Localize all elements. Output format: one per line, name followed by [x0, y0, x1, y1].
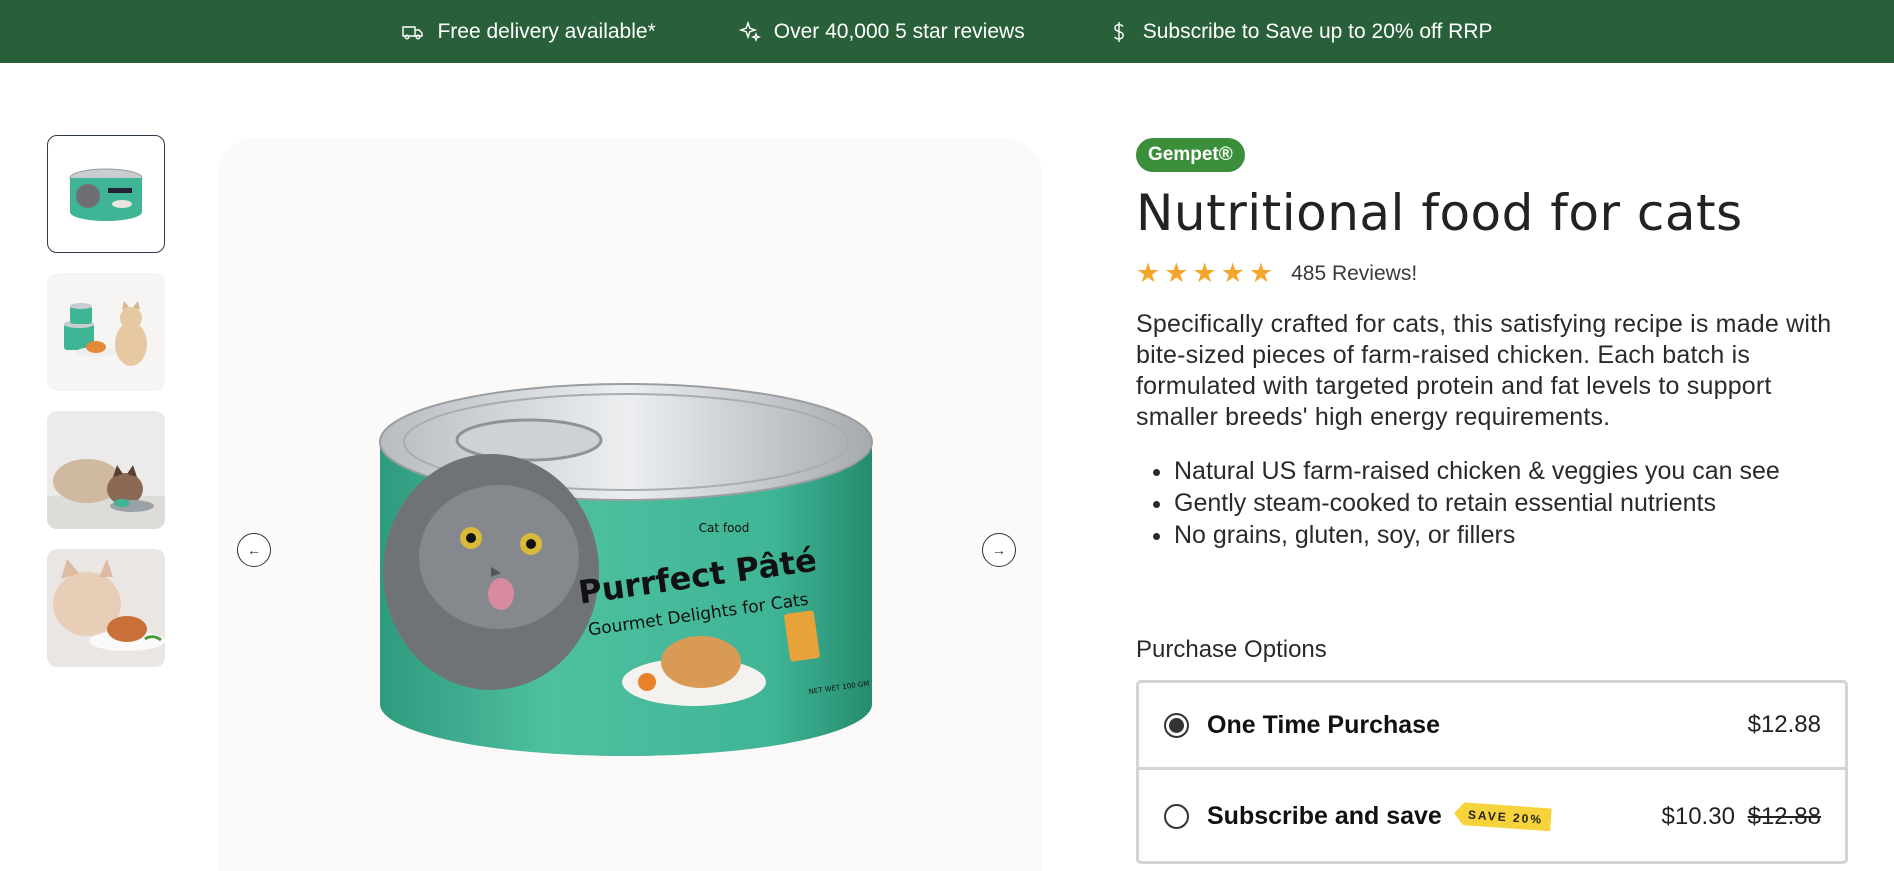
- price-current: $12.88: [1747, 711, 1821, 738]
- radio-selected[interactable]: [1164, 712, 1189, 738]
- option-label: One Time Purchase: [1207, 710, 1440, 739]
- radio-unselected[interactable]: [1164, 804, 1189, 829]
- subscribe-and-save-option[interactable]: Subscribe and save SAVE 20% $10.30 $12.8…: [1139, 773, 1845, 860]
- truck-icon: [401, 20, 425, 44]
- one-time-purchase-option[interactable]: One Time Purchase $12.88: [1139, 683, 1845, 770]
- star-icon: ★: [1164, 258, 1189, 288]
- star-icon: ★: [1136, 258, 1161, 288]
- thumbnail-list: [47, 135, 167, 687]
- banner-item-reviews: Over 40,000 5 star reviews: [738, 20, 1025, 44]
- arrow-left-icon: ←: [247, 542, 261, 558]
- price-original: $12.88: [1747, 802, 1821, 830]
- save-badge: SAVE 20%: [1453, 802, 1552, 832]
- option-label: Subscribe and save: [1207, 802, 1442, 830]
- feature-list: Natural US farm-raised chicken & veggies…: [1136, 455, 1848, 551]
- arrow-right-icon: →: [992, 542, 1006, 558]
- option-price: $10.30 $12.88: [1662, 803, 1821, 831]
- feature-item: Gently steam-cooked to retain essential …: [1174, 487, 1848, 519]
- purchase-options-label: Purchase Options: [1136, 636, 1327, 663]
- can-brand-line: Cat food: [699, 521, 750, 535]
- thumbnail-can[interactable]: [47, 135, 165, 253]
- dollar-icon: [1107, 20, 1131, 44]
- banner-text: Over 40,000 5 star reviews: [773, 19, 1025, 43]
- reviews-link[interactable]: 485 Reviews!: [1291, 262, 1417, 286]
- banner-text: Free delivery available*: [437, 19, 656, 43]
- product-description: Specifically crafted for cats, this sati…: [1136, 310, 1832, 431]
- purchase-options: One Time Purchase $12.88 Subscribe and s…: [1136, 680, 1848, 864]
- promo-banner: Free delivery available* Over 40,000 5 s…: [0, 0, 1894, 63]
- star-icon: ★: [1248, 258, 1274, 288]
- rating: ★ ★ ★ ★ ★ 485 Reviews!: [1136, 260, 1848, 287]
- product-info: Gempet® Nutritional food for cats ★ ★ ★ …: [1136, 138, 1848, 551]
- brand-badge: Gempet®: [1136, 138, 1245, 172]
- main-product-image: Cat food Purrfect Pâté Gourmet Delights …: [217, 138, 1042, 871]
- product-title: Nutritional food for cats: [1136, 184, 1743, 242]
- feature-item: No grains, gluten, soy, or fillers: [1174, 519, 1848, 551]
- next-image-button[interactable]: →: [982, 533, 1016, 567]
- thumbnail-cat-eating[interactable]: [47, 411, 165, 529]
- banner-text: Subscribe to Save up to 20% off RRP: [1142, 19, 1493, 43]
- option-price: $12.88: [1748, 711, 1821, 739]
- product-can-image: Cat food Purrfect Pâté Gourmet Delights …: [379, 383, 873, 756]
- sparkle-icon: [738, 20, 762, 44]
- prev-image-button[interactable]: ←: [237, 533, 271, 567]
- price-current: $10.30: [1661, 802, 1735, 830]
- feature-item: Natural US farm-raised chicken & veggies…: [1174, 455, 1848, 487]
- star-icon: ★: [1220, 258, 1245, 288]
- thumbnail-cat-with-cans[interactable]: [47, 273, 165, 391]
- star-icon: ★: [1192, 258, 1217, 288]
- banner-item-delivery: Free delivery available*: [401, 19, 656, 44]
- thumbnail-kitten-eating[interactable]: [47, 549, 165, 667]
- banner-item-subscribe: Subscribe to Save up to 20% off RRP: [1107, 20, 1493, 44]
